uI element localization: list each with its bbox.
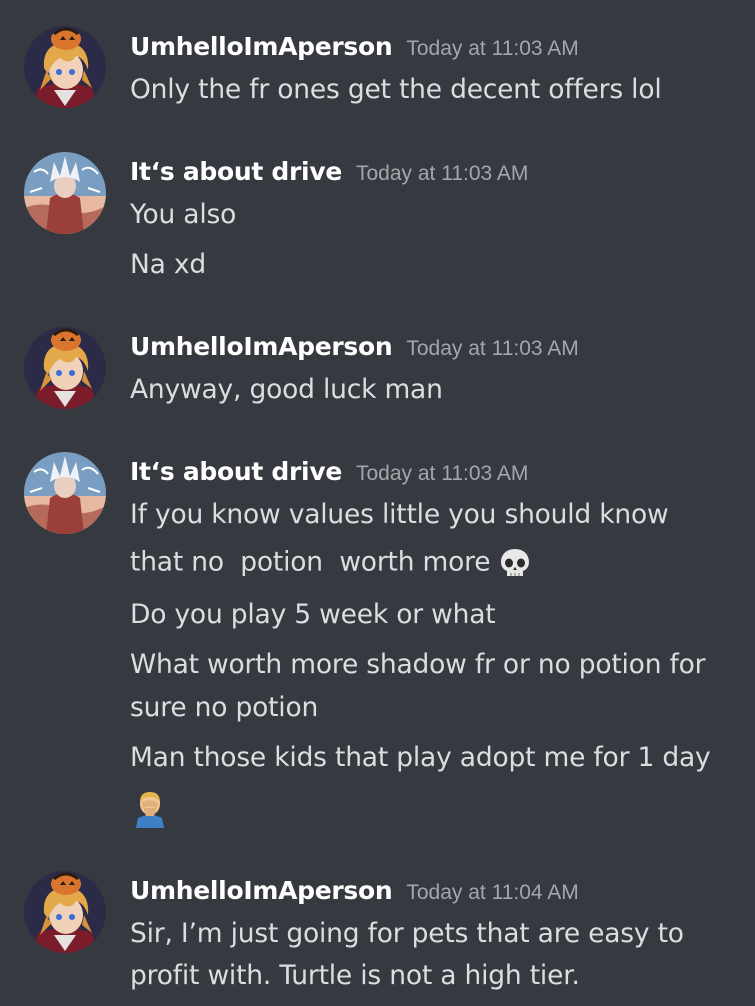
message-text: that no potion worth more: [130, 546, 491, 578]
avatar[interactable]: [24, 871, 106, 953]
username[interactable]: It‘s about drive: [130, 157, 342, 186]
username[interactable]: UmhelloImAperson: [130, 32, 393, 61]
message-text: You also: [130, 199, 237, 230]
timestamp[interactable]: Today at 11:03 AM: [406, 337, 578, 360]
avatar[interactable]: [24, 152, 106, 234]
message-text: Na xd: [130, 249, 206, 280]
username[interactable]: It‘s about drive: [130, 457, 342, 486]
anime-avatar-goku-icon: [24, 452, 106, 534]
skull-emoji-icon[interactable]: [498, 546, 532, 580]
message-text: What worth more shadow fr or no potion f…: [130, 649, 706, 680]
anime-avatar-goku-icon: [24, 152, 106, 234]
username[interactable]: UmhelloImAperson: [130, 876, 393, 905]
message-header: UmhelloImAperson Today at 11:03 AM: [130, 32, 579, 61]
avatar[interactable]: [24, 327, 106, 409]
anime-avatar-pumpkin-hat-icon: [24, 26, 106, 108]
timestamp[interactable]: Today at 11:03 AM: [356, 162, 528, 185]
message-text: Anyway, good luck man: [130, 374, 443, 405]
message-line-with-emoji: [130, 788, 170, 828]
message-header: UmhelloImAperson Today at 11:03 AM: [130, 332, 579, 361]
message-text: profit with. Turtle is not a high tier.: [130, 960, 580, 991]
message-text: Only the fr ones get the decent offers l…: [130, 74, 662, 105]
message-text: sure no potion: [130, 692, 319, 723]
message-header: It‘s about drive Today at 11:03 AM: [130, 457, 528, 486]
avatar[interactable]: [24, 26, 106, 108]
facepalm-emoji-icon[interactable]: [130, 788, 170, 828]
message-text: Man those kids that play adopt me for 1 …: [130, 742, 711, 773]
timestamp[interactable]: Today at 11:03 AM: [406, 37, 578, 60]
username[interactable]: UmhelloImAperson: [130, 332, 393, 361]
message-text: Sir, I’m just going for pets that are ea…: [130, 918, 684, 949]
message-header: UmhelloImAperson Today at 11:04 AM: [130, 876, 579, 905]
anime-avatar-pumpkin-hat-icon: [24, 871, 106, 953]
message-text: Do you play 5 week or what: [130, 599, 496, 630]
anime-avatar-pumpkin-hat-icon: [24, 327, 106, 409]
message-header: It‘s about drive Today at 11:03 AM: [130, 157, 528, 186]
avatar[interactable]: [24, 452, 106, 534]
message-line-with-emoji: that no potion worth more: [130, 546, 532, 580]
message-text: If you know values little you should kno…: [130, 499, 669, 530]
timestamp[interactable]: Today at 11:04 AM: [406, 881, 578, 904]
timestamp[interactable]: Today at 11:03 AM: [356, 462, 528, 485]
